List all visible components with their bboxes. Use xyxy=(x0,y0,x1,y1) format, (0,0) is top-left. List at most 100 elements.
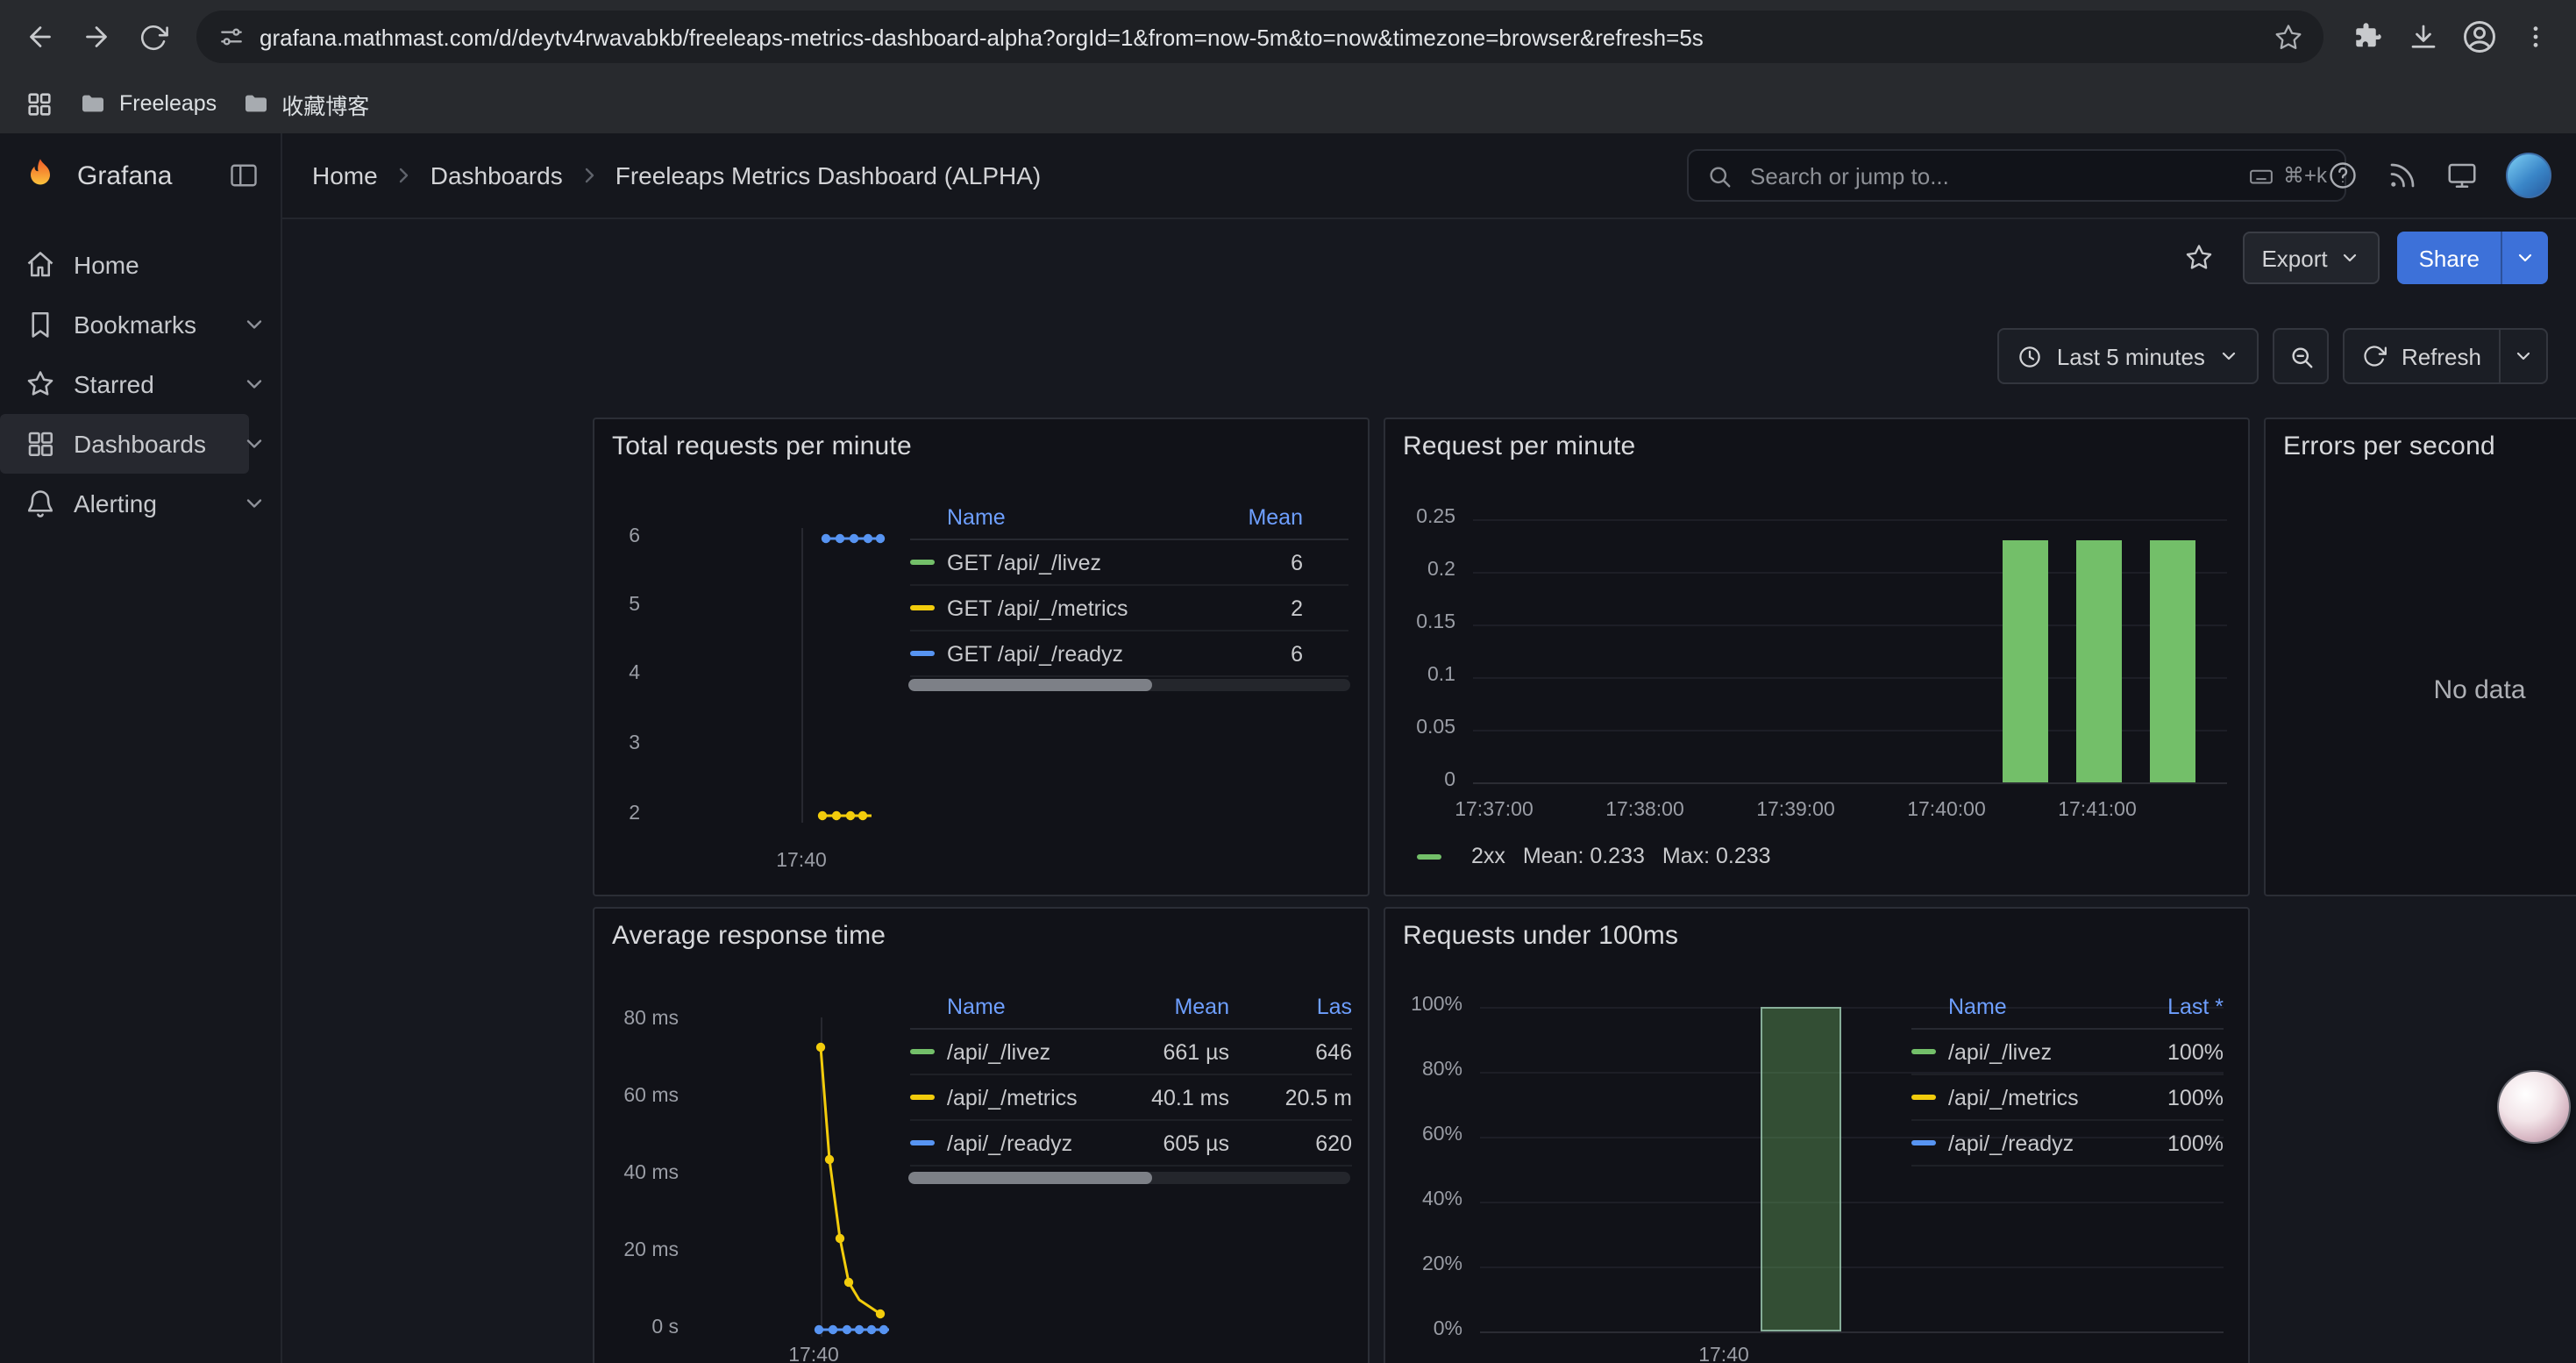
breadcrumb-home[interactable]: Home xyxy=(312,161,378,189)
bookmark-folder-blogs[interactable]: 收藏博客 xyxy=(241,87,369,120)
legend-col-name[interactable]: Name xyxy=(1948,995,2132,1019)
refresh-interval-button[interactable] xyxy=(2499,328,2548,384)
series-color-blue xyxy=(910,1140,935,1145)
legend-row[interactable]: /api/_/livez 661 µs 646 xyxy=(910,1030,1352,1075)
browser-menu-button[interactable] xyxy=(2509,11,2562,63)
legend-row[interactable]: GET /api/_/livez 6 xyxy=(910,540,1348,586)
panel-title[interactable]: Average response time xyxy=(612,921,886,951)
chevron-right-icon xyxy=(394,165,415,186)
collapse-sidebar-button[interactable] xyxy=(228,160,260,191)
legend-row[interactable]: /api/_/readyz 605 µs 620 xyxy=(910,1121,1352,1167)
help-icon[interactable] xyxy=(2327,160,2359,191)
legend-row[interactable]: GET /api/_/metrics 2 xyxy=(910,586,1348,632)
share-menu-button[interactable] xyxy=(2501,232,2548,284)
panel-title[interactable]: Total requests per minute xyxy=(612,432,912,461)
legend-row[interactable]: /api/_/metrics 100% xyxy=(1911,1075,2224,1121)
sidebar-item-dashboards[interactable]: Dashboards xyxy=(0,414,281,474)
legend-col-mean[interactable]: Mean xyxy=(1205,505,1348,530)
kebab-menu-icon xyxy=(2522,23,2550,51)
dashboards-grid-icon xyxy=(25,428,56,460)
sidebar-item-alerting[interactable]: Alerting xyxy=(0,474,281,533)
forward-icon xyxy=(81,21,112,53)
y-tick: 0 s xyxy=(598,1317,679,1338)
forward-button[interactable] xyxy=(70,11,123,63)
sidebar-item-home[interactable]: Home xyxy=(0,235,281,295)
y-tick: 40 ms xyxy=(598,1163,679,1184)
y-tick: 80% xyxy=(1389,1060,1462,1081)
floating-assistant-avatar[interactable] xyxy=(2497,1070,2571,1144)
scrollbar-thumb[interactable] xyxy=(908,1172,1151,1184)
reload-button[interactable] xyxy=(126,11,179,63)
chevron-down-icon xyxy=(2515,247,2536,268)
address-bar[interactable]: grafana.mathmast.com/d/deytv4rwavabkb/fr… xyxy=(196,11,2323,63)
legend-row[interactable]: /api/_/livez 100% xyxy=(1911,1030,2224,1075)
legend-scrollbar[interactable] xyxy=(908,1172,1350,1184)
legend-col-mean[interactable]: Mean xyxy=(1115,995,1282,1019)
chevron-down-icon[interactable] xyxy=(242,491,267,516)
extensions-button[interactable] xyxy=(2341,11,2394,63)
bookmark-label: Freeleaps xyxy=(119,91,217,116)
panel-title[interactable]: Errors per second xyxy=(2283,432,2495,461)
series-color-yellow xyxy=(910,1095,935,1100)
scrollbar-thumb[interactable] xyxy=(908,679,1151,691)
legend-col-last[interactable]: Last * xyxy=(2132,995,2224,1019)
sidebar-item-label: Home xyxy=(74,251,139,279)
series-name: GET /api/_/livez xyxy=(947,550,1205,574)
x-tick: 17:39:00 xyxy=(1743,800,1848,821)
y-tick: 20 ms xyxy=(598,1240,679,1261)
star-icon xyxy=(2182,242,2214,274)
panel-title[interactable]: Request per minute xyxy=(1403,432,1635,461)
legend-col-name[interactable]: Name xyxy=(947,505,1205,530)
downloads-button[interactable] xyxy=(2397,11,2450,63)
series-mean: 605 µs xyxy=(1115,1131,1282,1155)
y-tick: 0 xyxy=(1389,770,1455,791)
back-button[interactable] xyxy=(14,11,67,63)
panel-title[interactable]: Requests under 100ms xyxy=(1403,921,1678,951)
favorite-dashboard-button[interactable] xyxy=(2172,232,2224,284)
legend[interactable]: 2xx Mean: 0.233 Max: 0.233 xyxy=(1417,844,1771,868)
site-settings-icon[interactable] xyxy=(217,23,246,51)
time-range-picker[interactable]: Last 5 minutes xyxy=(1997,328,2259,384)
apps-grid-button[interactable] xyxy=(25,89,54,118)
sidebar-item-bookmarks[interactable]: Bookmarks xyxy=(0,295,281,354)
user-avatar[interactable] xyxy=(2506,153,2551,198)
legend-row[interactable]: /api/_/metrics 40.1 ms 20.5 m xyxy=(910,1075,1352,1121)
chevron-down-icon[interactable] xyxy=(242,312,267,337)
legend-col-name[interactable]: Name xyxy=(947,995,1115,1019)
panel-errors-per-second: Errors per second No data xyxy=(2264,417,2576,896)
breadcrumb-dashboards[interactable]: Dashboards xyxy=(431,161,563,189)
grafana-logo-icon[interactable] xyxy=(21,156,60,195)
zoom-out-time-button[interactable] xyxy=(2274,328,2330,384)
bar-2xx xyxy=(2150,540,2195,782)
y-tick: 5 xyxy=(594,595,640,616)
series-last: 646 xyxy=(1282,1039,1352,1064)
bookmark-star-icon[interactable] xyxy=(2274,23,2302,51)
bookmark-folder-freeleaps[interactable]: Freeleaps xyxy=(79,89,217,118)
news-rss-icon[interactable] xyxy=(2387,160,2418,191)
series-mean: 40.1 ms xyxy=(1115,1085,1282,1110)
tv-mode-icon[interactable] xyxy=(2446,160,2478,191)
legend-scrollbar[interactable] xyxy=(908,679,1350,691)
url-text[interactable]: grafana.mathmast.com/d/deytv4rwavabkb/fr… xyxy=(260,24,2260,50)
grafana-header: Home Dashboards Freeleaps Metrics Dashbo… xyxy=(281,133,2576,219)
legend-col-last[interactable]: Las xyxy=(1282,995,1352,1019)
chevron-down-icon[interactable] xyxy=(242,432,267,456)
series-color-blue xyxy=(1911,1140,1936,1145)
profile-button[interactable] xyxy=(2453,11,2506,63)
series-name: GET /api/_/metrics xyxy=(947,596,1205,620)
share-button[interactable]: Share xyxy=(2398,232,2501,284)
series-name: /api/_/metrics xyxy=(947,1085,1115,1110)
sidebar-item-starred[interactable]: Starred xyxy=(0,354,281,414)
legend-row[interactable]: GET /api/_/readyz 6 xyxy=(910,632,1348,677)
y-tick: 0.2 xyxy=(1389,560,1455,581)
export-button[interactable]: Export xyxy=(2242,232,2380,284)
sidebar-item-label: Dashboards xyxy=(74,430,206,458)
panel-request-per-minute: Request per minute 0.25 0.2 0.15 0.1 0.0… xyxy=(1384,417,2250,896)
legend-row[interactable]: /api/_/readyz 100% xyxy=(1911,1121,2224,1167)
y-tick: 3 xyxy=(594,733,640,754)
refresh-button[interactable]: Refresh xyxy=(2344,328,2501,384)
search-bar[interactable]: ⌘+k xyxy=(1687,149,2346,202)
search-input[interactable] xyxy=(1747,161,2234,190)
apps-grid-icon xyxy=(25,89,54,118)
chevron-down-icon[interactable] xyxy=(242,372,267,396)
